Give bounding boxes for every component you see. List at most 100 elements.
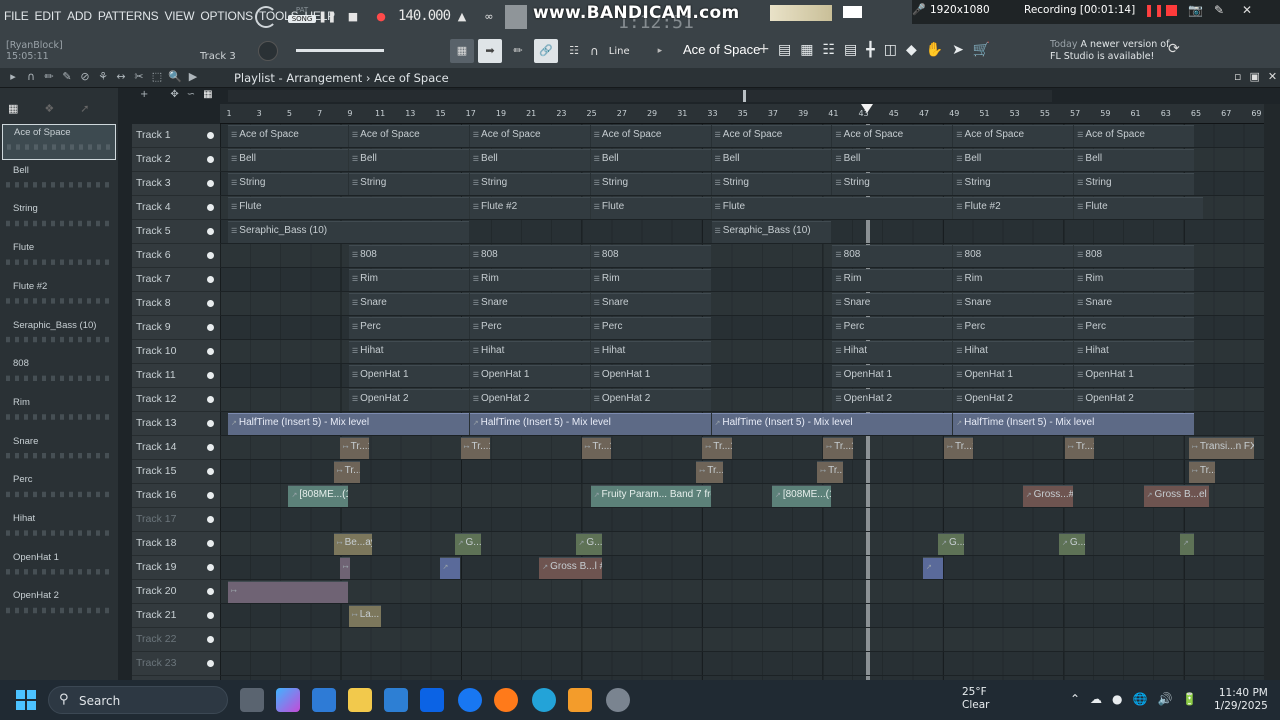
picker-item[interactable]: Flute #2 [2, 279, 116, 315]
picker-item[interactable]: OpenHat 1 [2, 550, 116, 586]
delete-tool-icon[interactable]: ⊘ [78, 70, 92, 83]
playlist-clip[interactable]: Rim [348, 269, 469, 291]
file-explorer-icon[interactable] [348, 688, 372, 712]
picker-item[interactable]: OpenHat 2 [2, 588, 116, 624]
vertical-scrollbar[interactable] [1264, 104, 1280, 680]
pattern-view-icon[interactable]: ▦ [203, 89, 212, 100]
taskbar-search[interactable]: ⚲ Search [48, 686, 228, 714]
playlist-clip[interactable]: Perc [1074, 317, 1194, 339]
edge-icon[interactable] [532, 688, 556, 712]
track-header[interactable]: Track 6 [132, 244, 220, 268]
minimize-icon[interactable]: ▫ [1234, 70, 1241, 83]
playlist-clip[interactable]: 808 [1074, 245, 1194, 267]
playlist-clip[interactable]: Flute [590, 197, 711, 219]
playlist-clip[interactable] [923, 557, 944, 579]
playlist-clip[interactable]: Tr...1 [702, 437, 732, 459]
playlist-clip[interactable]: Transi...n FX 1 [1188, 437, 1255, 459]
playlist-clip[interactable]: Perc [832, 317, 953, 339]
playback-tool-icon[interactable]: ▶ [186, 70, 200, 83]
playlist-clip[interactable]: [808ME...(13) [771, 485, 832, 507]
update-icon[interactable]: ⟳ [1168, 41, 1180, 57]
playlist-clip[interactable] [228, 581, 348, 603]
arrow-right-icon[interactable]: ➡ [478, 39, 502, 63]
add-pattern-icon[interactable]: + [758, 41, 770, 57]
system-tray[interactable]: ⌃☁●🌐🔊🔋 [1070, 692, 1207, 706]
stop-button[interactable]: ■ [344, 9, 362, 25]
weather-widget[interactable]: 25°F Clear [962, 686, 989, 712]
playlist-clip[interactable]: Snare [348, 293, 469, 315]
song-position-marker[interactable] [861, 104, 873, 113]
track-header[interactable]: Track 18 [132, 532, 220, 556]
playlist-clip[interactable]: 808 [348, 245, 469, 267]
zoom-tool-icon[interactable]: 🔍 [168, 70, 182, 83]
playlist-clip[interactable]: Perc [469, 317, 590, 339]
settings-gear-icon[interactable] [606, 688, 630, 712]
taskbar-clock[interactable]: 11:40 PM 1/29/2025 [1214, 687, 1268, 713]
track-header[interactable]: Track 23 [132, 652, 220, 676]
copilot-icon[interactable] [276, 688, 300, 712]
piano-roll-window-icon[interactable]: ▦ [800, 42, 813, 58]
track-lane[interactable] [220, 580, 1264, 604]
track-header[interactable]: Track 1 [132, 124, 220, 148]
playlist-clip[interactable]: Rim [590, 269, 711, 291]
track-mute-led[interactable] [207, 492, 214, 499]
playlist-clip[interactable]: Tr... [696, 461, 723, 483]
playlist-clip[interactable]: OpenHat 2 [348, 389, 469, 411]
track-mute-led[interactable] [207, 660, 214, 667]
magnet-icon[interactable]: ∩ [590, 44, 599, 58]
playlist-clip[interactable]: Seraphic_Bass (10) [711, 221, 832, 243]
playlist-clip[interactable]: Perc [590, 317, 711, 339]
track-lane[interactable] [220, 652, 1264, 676]
track-header[interactable]: Track 20 [132, 580, 220, 604]
slice-tool-icon[interactable]: ✂ [132, 70, 146, 83]
close-rec-icon[interactable]: ✕ [1242, 3, 1252, 17]
track-lane[interactable] [220, 628, 1264, 652]
track-mute-led[interactable] [207, 252, 214, 259]
playlist-clip[interactable]: 808 [832, 245, 953, 267]
track-header[interactable]: Track 10 [132, 340, 220, 364]
track-header[interactable]: Track 3 [132, 172, 220, 196]
playlist-clip[interactable]: Flute #2 [953, 197, 1074, 219]
playlist-clip[interactable]: Hihat [953, 341, 1074, 363]
picker-item[interactable]: 808 [2, 356, 116, 392]
playlist-clip[interactable]: OpenHat 2 [590, 389, 711, 411]
pattern-box-icon[interactable] [843, 6, 862, 18]
playlist-clip[interactable]: Gross...#2 [1022, 485, 1074, 507]
playlist-clip[interactable]: String [711, 173, 832, 195]
picker-item[interactable]: Hihat [2, 511, 116, 547]
playlist-clip[interactable]: OpenHat 2 [469, 389, 590, 411]
track-lane[interactable] [220, 460, 1264, 484]
menu-patterns[interactable]: PATTERNS [98, 9, 159, 23]
playlist-clip[interactable]: Fruity Param... Band 7 freq [590, 485, 711, 507]
playlist-clip[interactable]: G...l [938, 533, 965, 555]
start-button[interactable] [16, 690, 36, 710]
slip-tool-icon[interactable]: ↔ [114, 70, 128, 83]
track-header[interactable]: Track 19 [132, 556, 220, 580]
track-mute-led[interactable] [207, 348, 214, 355]
playlist-clip[interactable]: Rim [832, 269, 953, 291]
plugin-picker-icon[interactable]: ◆ [906, 42, 917, 58]
news-panel[interactable]: Today A newer version of FL Studio is av… [1050, 39, 1169, 63]
track-header[interactable]: Track 5 [132, 220, 220, 244]
playlist-clip[interactable]: Snare [832, 293, 953, 315]
playlist-clip[interactable]: Tr...1 [339, 437, 370, 459]
track-mute-led[interactable] [207, 180, 214, 187]
track-lane[interactable] [220, 436, 1264, 460]
track-mute-led[interactable] [207, 300, 214, 307]
playlist-clip[interactable]: Snare [1074, 293, 1194, 315]
curve-icon[interactable]: ∽ [187, 89, 195, 100]
track-mute-led[interactable] [207, 468, 214, 475]
track-mute-led[interactable] [207, 324, 214, 331]
playlist-clip[interactable]: G...l [575, 533, 602, 555]
playlist-clip[interactable]: HalfTime (Insert 5) - Mix level [469, 413, 711, 435]
playlist-clip[interactable]: String [228, 173, 348, 195]
playlist-clip[interactable]: String [953, 173, 1074, 195]
playlist-clip[interactable]: OpenHat 1 [832, 365, 953, 387]
facebook-icon[interactable] [458, 688, 482, 712]
playlist-clip[interactable]: Tr...1 [823, 437, 853, 459]
playlist-clip[interactable]: Flute [1074, 197, 1204, 219]
close-icon[interactable]: ✕ [1268, 70, 1277, 83]
playlist-clip[interactable]: Bell [590, 149, 711, 171]
playlist-clip[interactable]: Rim [953, 269, 1074, 291]
track-mute-led[interactable] [207, 444, 214, 451]
